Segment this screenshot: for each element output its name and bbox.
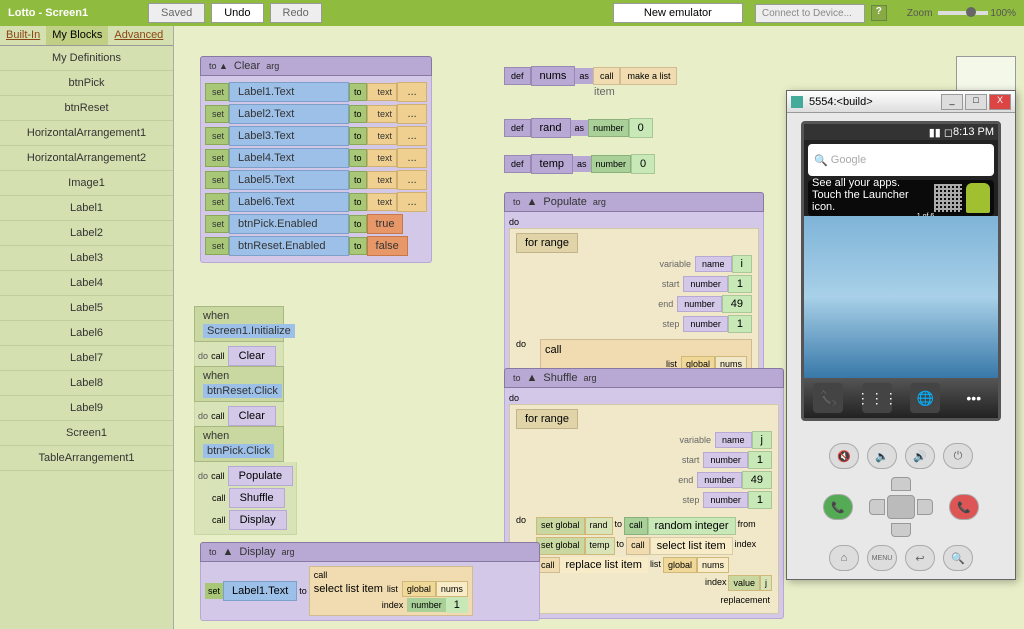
phone-search-bar[interactable]: 🔍 Google <box>808 144 994 176</box>
phone-apps-hint[interactable]: See all your apps.Touch the Launcher ico… <box>808 180 994 216</box>
definition-item[interactable]: HorizontalArrangement2 <box>0 146 173 171</box>
more-icon[interactable]: ••• <box>959 383 989 413</box>
emulator-icon <box>791 96 803 108</box>
zoom-percent: 100% <box>990 8 1016 19</box>
volume-max-icon[interactable]: 🔊 <box>905 443 935 469</box>
emulator-title: 5554:<build> <box>809 96 873 108</box>
hangup-icon[interactable]: 📞 <box>949 494 979 520</box>
home-icon[interactable]: ⌂ <box>829 545 859 571</box>
dpad-down-icon[interactable] <box>891 523 911 537</box>
volume-down-icon[interactable]: 🔇 <box>829 443 859 469</box>
block-def-nums-item: item <box>594 86 615 98</box>
definition-item[interactable]: Label1 <box>0 196 173 221</box>
definition-item[interactable]: Label7 <box>0 346 173 371</box>
emulator-window[interactable]: 5554:<build> _ □ X ▮▮ ◻ 8:13 PM 🔍 Google… <box>786 90 1016 580</box>
definition-item[interactable]: Label9 <box>0 396 173 421</box>
maximize-button[interactable]: □ <box>965 94 987 110</box>
close-button[interactable]: X <box>989 94 1011 110</box>
call-icon[interactable]: 📞 <box>823 494 853 520</box>
definition-item[interactable]: Label4 <box>0 271 173 296</box>
launcher-grid-icon <box>934 184 962 212</box>
definition-item[interactable]: TableArrangement1 <box>0 446 173 471</box>
new-emulator-button[interactable]: New emulator <box>613 3 743 23</box>
definition-item[interactable]: My Definitions <box>0 46 173 71</box>
search-icon: 🔍 <box>814 154 828 167</box>
dpad-up-icon[interactable] <box>891 477 911 491</box>
definition-item[interactable]: Label8 <box>0 371 173 396</box>
apps-icon[interactable]: ⋮⋮⋮ <box>862 383 892 413</box>
help-icon[interactable]: ? <box>871 5 887 21</box>
tab-advanced[interactable]: Advanced <box>108 26 169 45</box>
app-title: Lotto - Screen1 <box>8 7 148 19</box>
definition-item[interactable]: HorizontalArrangement1 <box>0 121 173 146</box>
phone-statusbar: ▮▮ ◻ 8:13 PM <box>804 124 998 140</box>
back-icon[interactable]: ↩ <box>905 545 935 571</box>
tab-myblocks[interactable]: My Blocks <box>46 26 108 45</box>
tab-builtin[interactable]: Built-In <box>0 26 46 45</box>
block-screen1-initialize[interactable]: whenScreen1.Initialize do call Clear <box>194 306 284 371</box>
redo-button[interactable]: Redo <box>270 3 322 23</box>
dpad-center-icon[interactable] <box>887 495 915 519</box>
block-clear-proc[interactable]: to ▲Cleararg setLabel1.Texttotext...setL… <box>200 56 432 263</box>
definition-item[interactable]: Image1 <box>0 171 173 196</box>
menu-button[interactable]: MENU <box>867 545 897 571</box>
connect-device-select[interactable]: Connect to Device... <box>755 4 865 23</box>
definition-item[interactable]: Screen1 <box>0 421 173 446</box>
sidebar-tabs: Built-In My Blocks Advanced <box>0 26 173 46</box>
saved-button[interactable]: Saved <box>148 3 205 23</box>
emulator-titlebar[interactable]: 5554:<build> _ □ X <box>787 91 1015 113</box>
definition-item[interactable]: Label6 <box>0 321 173 346</box>
sidebar: Built-In My Blocks Advanced My Definitio… <box>0 26 174 629</box>
browser-icon[interactable]: 🌐 <box>910 383 940 413</box>
block-def-temp[interactable]: deftempasnumber0 <box>504 154 655 174</box>
power-icon[interactable]: ⏻ <box>943 443 973 469</box>
volume-up-icon[interactable]: 🔈 <box>867 443 897 469</box>
minimize-button[interactable]: _ <box>941 94 963 110</box>
block-btnreset-click[interactable]: whenbtnReset.Click do call Clear <box>194 366 284 431</box>
phone-dock: 📞 ⋮⋮⋮ 🌐 ••• <box>804 378 998 418</box>
phone-icon[interactable]: 📞 <box>813 383 843 413</box>
android-icon <box>966 183 990 213</box>
dpad-right-icon[interactable] <box>917 499 933 515</box>
block-def-nums[interactable]: defnumsascallmake a list <box>504 66 677 86</box>
block-btnpick-click[interactable]: whenbtnPick.Click do call Populatecall S… <box>194 426 297 535</box>
block-display-proc[interactable]: to ▲ Display arg set Label1.Text to call… <box>200 542 540 621</box>
definition-item[interactable]: Label5 <box>0 296 173 321</box>
zoom-label: Zoom <box>907 8 933 19</box>
block-shuffle-proc[interactable]: to ▲ Shuffle arg do for range variablena… <box>504 368 784 619</box>
top-toolbar: Lotto - Screen1 Saved Undo Redo New emul… <box>0 0 1024 26</box>
phone-wallpaper <box>804 216 998 378</box>
definition-item[interactable]: btnReset <box>0 96 173 121</box>
definition-item[interactable]: btnPick <box>0 71 173 96</box>
definition-item[interactable]: Label3 <box>0 246 173 271</box>
search-hw-icon[interactable]: 🔍 <box>943 545 973 571</box>
phone-screen[interactable]: ▮▮ ◻ 8:13 PM 🔍 Google See all your apps.… <box>801 121 1001 421</box>
emulator-controls: 🔇 🔈 🔊 ⏻ 📞 📞 ⌂ MENU ↩ 🔍 <box>787 429 1015 585</box>
block-def-rand[interactable]: defrandasnumber0 <box>504 118 653 138</box>
definitions-list: My DefinitionsbtnPickbtnResetHorizontalA… <box>0 46 173 629</box>
undo-button[interactable]: Undo <box>211 3 263 23</box>
zoom-slider[interactable] <box>938 11 988 15</box>
definition-item[interactable]: Label2 <box>0 221 173 246</box>
dpad[interactable] <box>861 477 941 537</box>
dpad-left-icon[interactable] <box>869 499 885 515</box>
